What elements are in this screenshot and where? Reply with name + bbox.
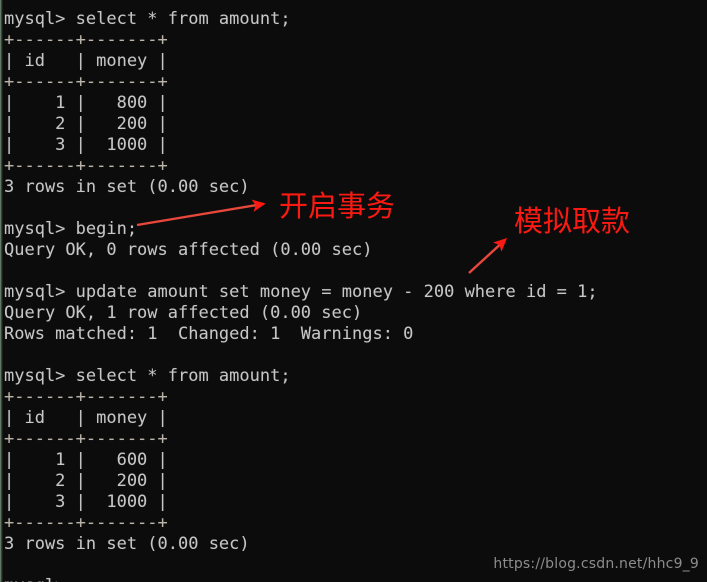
terminal-line: 3 rows in set (0.00 sec): [4, 534, 250, 554]
terminal-line: | 2 | 200 |: [4, 114, 168, 134]
terminal-line: mysql> select * from amount;: [4, 366, 291, 386]
terminal-line: Rows matched: 1 Changed: 1 Warnings: 0: [4, 324, 414, 344]
terminal-line: | 1 | 600 |: [4, 450, 168, 470]
terminal-line: | 3 | 1000 |: [4, 492, 168, 512]
table-rule-line: +------+-------+: [4, 429, 168, 449]
terminal-line: | id | money |: [4, 408, 168, 428]
terminal-output[interactable]: mysql> select * from amount; +------+----…: [0, 9, 707, 582]
terminal-line: | 2 | 200 |: [4, 471, 168, 491]
terminal-window: mysql> select * from amount; +------+----…: [0, 0, 707, 582]
terminal-line: | id | money |: [4, 51, 168, 71]
table-rule-line: +------+-------+: [4, 30, 168, 50]
watermark-url: https://blog.csdn.net/hhc9_9: [493, 556, 699, 572]
terminal-line: mysql> update amount set money = money -…: [4, 282, 598, 302]
terminal-line: mysql> select * from amount;: [4, 9, 291, 29]
terminal-line: | 3 | 1000 |: [4, 135, 168, 155]
begin-annotation-label: 开启事务: [279, 189, 396, 223]
terminal-line: mysql>: [4, 576, 707, 582]
table-rule-line: +------+-------+: [4, 387, 168, 407]
withdraw-annotation-label: 模拟取款: [514, 204, 631, 238]
terminal-line: Query OK, 0 rows affected (0.00 sec): [4, 240, 373, 260]
terminal-line: | 1 | 800 |: [4, 93, 168, 113]
table-rule-line: +------+-------+: [4, 156, 168, 176]
table-rule-line: +------+-------+: [4, 72, 168, 92]
table-rule-line: +------+-------+: [4, 513, 168, 533]
terminal-line: Query OK, 1 row affected (0.00 sec): [4, 303, 363, 323]
